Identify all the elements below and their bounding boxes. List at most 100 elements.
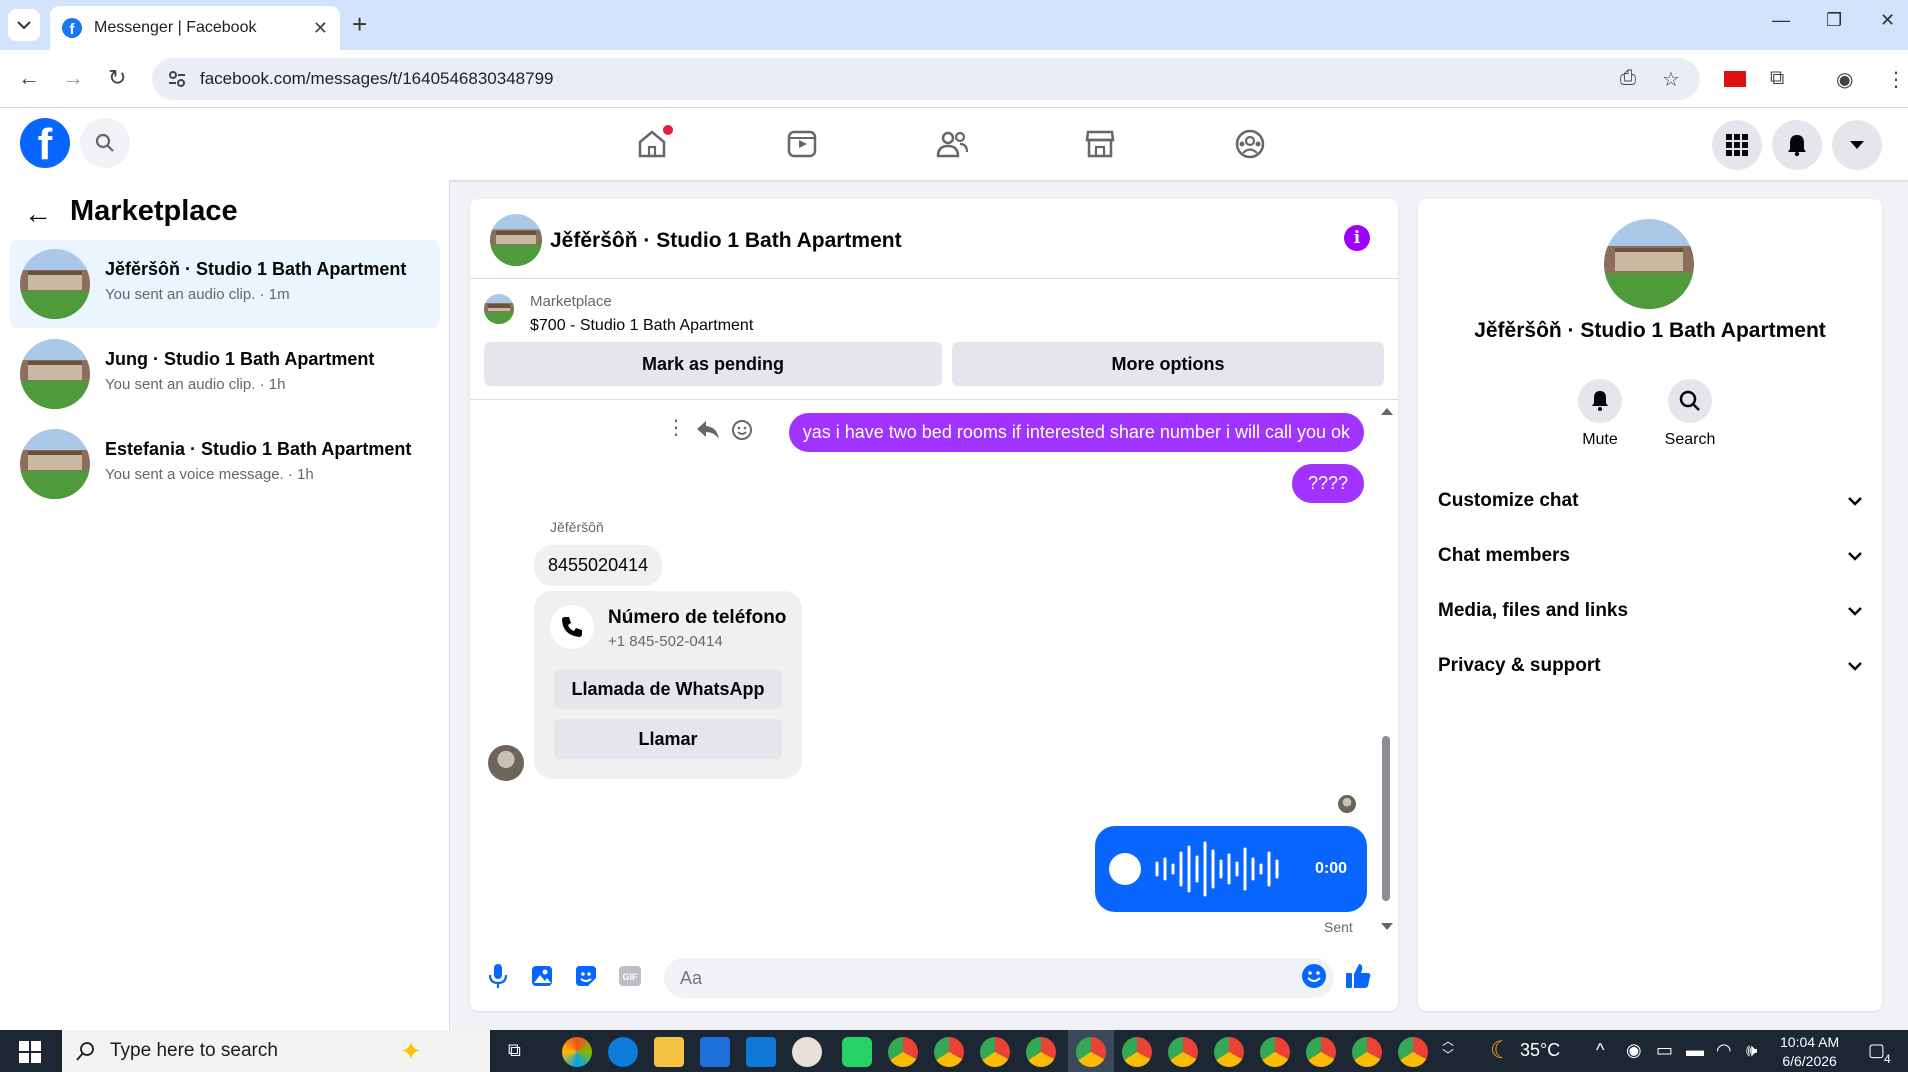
new-tab-button[interactable]: + (352, 11, 367, 37)
volume-icon[interactable]: 🕪 (1746, 1040, 1757, 1061)
file-explorer-icon[interactable] (654, 1037, 684, 1067)
scroll-up-icon[interactable] (1381, 407, 1393, 415)
mute-button[interactable]: Mute (1560, 379, 1640, 449)
chrome-icon[interactable] (1306, 1037, 1336, 1067)
profile-avatar[interactable] (1604, 219, 1694, 309)
meet-icon[interactable]: ▭ (1656, 1040, 1673, 1061)
listing-thumbnail[interactable] (484, 294, 514, 324)
forward-arrow-icon[interactable]: → (62, 65, 84, 91)
app-icon[interactable] (792, 1037, 822, 1067)
menu-grid-button[interactable] (1712, 120, 1762, 170)
avatar[interactable] (490, 214, 542, 266)
outgoing-message[interactable]: ???? (1291, 464, 1364, 503)
extension-red-icon[interactable] (1724, 71, 1746, 87)
facebook-logo-icon[interactable]: f (20, 118, 70, 168)
location-icon[interactable]: ◉ (1626, 1040, 1642, 1061)
listing-title[interactable]: $700 - Studio 1 Bath Apartment (530, 317, 753, 335)
more-options-button[interactable]: More options (952, 342, 1384, 386)
notification-center-icon[interactable]: ▢ (1868, 1040, 1885, 1061)
media-files-links-row[interactable]: Media, files and links (1438, 589, 1862, 633)
info-icon[interactable]: i (1344, 225, 1370, 251)
whatsapp-icon[interactable] (842, 1037, 872, 1067)
privacy-support-row[interactable]: Privacy & support (1438, 644, 1862, 688)
microphone-icon[interactable] (484, 962, 512, 990)
taskbar-clock[interactable]: 10:04 AM 6/6/2026 (1780, 1033, 1839, 1071)
sender-avatar[interactable] (488, 745, 524, 781)
reply-icon[interactable] (696, 419, 720, 441)
account-menu-button[interactable] (1832, 120, 1882, 170)
address-bar[interactable]: facebook.com/messages/t/1640546830348799 (152, 58, 1700, 100)
chat-title[interactable]: Jěfěršôň · Studio 1 Bath Apartment (550, 229, 902, 253)
site-settings-icon[interactable] (168, 70, 186, 88)
sticker-icon[interactable] (572, 962, 600, 990)
chrome-icon[interactable] (1260, 1037, 1290, 1067)
nav-groups[interactable] (1230, 125, 1270, 163)
mark-as-pending-button[interactable]: Mark as pending (484, 342, 942, 386)
minimize-icon[interactable]: — (1772, 10, 1790, 31)
restore-icon[interactable]: ❐ (1826, 10, 1842, 31)
browser-tab[interactable]: f Messenger | Facebook ✕ (50, 6, 340, 50)
chat-members-row[interactable]: Chat members (1438, 534, 1862, 578)
chrome-icon[interactable] (980, 1037, 1010, 1067)
install-app-icon[interactable]: ⎙ (1620, 67, 1636, 90)
play-icon[interactable] (1109, 853, 1141, 885)
chrome-icon[interactable] (1168, 1037, 1198, 1067)
back-arrow-icon[interactable]: ← (18, 65, 40, 91)
chrome-icon[interactable] (1026, 1037, 1056, 1067)
outgoing-message[interactable]: yas i have two bed rooms if interested s… (788, 413, 1364, 452)
wifi-icon[interactable]: ◠ (1716, 1040, 1732, 1061)
search-conversation-button[interactable]: Search (1650, 379, 1730, 449)
chrome-menu-icon[interactable]: ⋮ (1886, 67, 1906, 92)
profile-icon[interactable]: ◉ (1836, 67, 1853, 92)
more-dots-icon[interactable]: ⋮ (666, 415, 686, 440)
audio-message[interactable]: 0:00 (1095, 826, 1367, 912)
conversation-item[interactable]: Jung · Studio 1 Bath Apartment You sent … (10, 330, 440, 418)
chrome-icon[interactable] (888, 1037, 918, 1067)
taskbar-scroll-icon[interactable]: ︿ ﹀ (1442, 1034, 1454, 1062)
show-hidden-icons-icon[interactable]: ^ (1596, 1040, 1604, 1061)
emoji-icon[interactable] (1300, 962, 1328, 990)
chrome-icon[interactable] (1214, 1037, 1244, 1067)
whatsapp-call-button[interactable]: Llamada de WhatsApp (554, 669, 782, 709)
photo-icon[interactable] (528, 962, 556, 990)
task-view-icon[interactable]: ⧉ (508, 1040, 521, 1061)
chrome-icon[interactable] (934, 1037, 964, 1067)
tab-search-button[interactable] (8, 9, 40, 41)
customize-chat-row[interactable]: Customize chat (1438, 479, 1862, 523)
notifications-button[interactable] (1772, 120, 1822, 170)
edge-icon[interactable] (608, 1037, 638, 1067)
reload-icon[interactable]: ↻ (108, 65, 126, 91)
gif-icon[interactable]: GIF (616, 962, 644, 990)
bookmark-star-icon[interactable]: ☆ (1662, 67, 1680, 92)
taskbar-search-box[interactable]: Type here to search (62, 1030, 490, 1072)
emoji-react-icon[interactable] (731, 419, 753, 441)
window-close-icon[interactable]: ✕ (1880, 10, 1895, 31)
extensions-puzzle-icon[interactable]: ⧉ (1770, 67, 1784, 90)
conversation-item[interactable]: Estefania · Studio 1 Bath Apartment You … (10, 420, 440, 508)
temperature[interactable]: 35°C (1520, 1040, 1560, 1061)
chrome-icon[interactable] (1076, 1037, 1106, 1067)
incoming-message[interactable]: 8455020414 (534, 545, 663, 586)
nav-friends[interactable] (932, 125, 972, 163)
call-button[interactable]: Llamar (554, 719, 782, 759)
mail-icon[interactable] (746, 1037, 776, 1067)
back-arrow-icon[interactable]: ← (24, 198, 52, 230)
store-icon[interactable] (700, 1037, 730, 1067)
battery-icon[interactable]: ▬ (1686, 1040, 1704, 1061)
tab-close-icon[interactable]: ✕ (313, 18, 328, 39)
nav-video[interactable] (782, 125, 822, 163)
chrome-icon[interactable] (1398, 1037, 1428, 1067)
conversation-item[interactable]: Jěfěršôň · Studio 1 Bath Apartment You s… (10, 240, 440, 328)
windows-start-icon[interactable] (19, 1041, 41, 1063)
chrome-icon[interactable] (1352, 1037, 1382, 1067)
chat-scrollbar-thumb[interactable] (1382, 736, 1390, 901)
like-thumbs-up-icon[interactable] (1344, 962, 1372, 990)
scroll-down-icon[interactable] (1381, 923, 1393, 931)
copilot-icon[interactable] (562, 1037, 592, 1067)
chrome-icon[interactable] (1122, 1037, 1152, 1067)
message-input[interactable] (664, 958, 1334, 998)
nav-marketplace[interactable] (1080, 125, 1120, 163)
profile-name[interactable]: Jěfěršôň · Studio 1 Bath Apartment (1418, 319, 1882, 343)
weather-moon-icon[interactable]: ☾ (1490, 1036, 1512, 1065)
facebook-search-button[interactable] (80, 118, 130, 168)
